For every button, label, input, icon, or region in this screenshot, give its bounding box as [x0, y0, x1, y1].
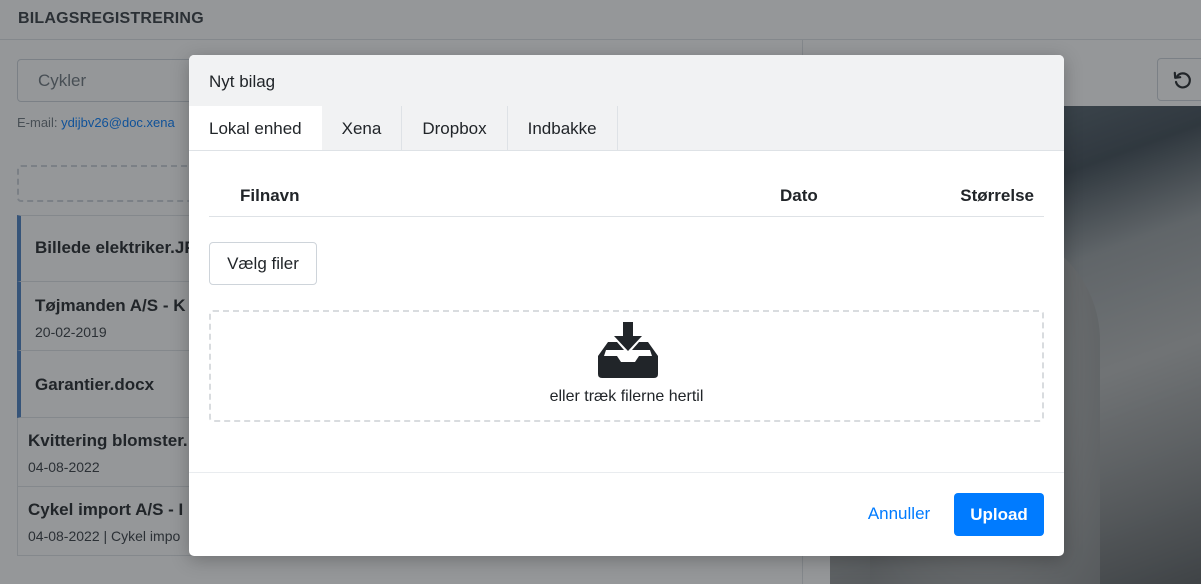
- modal-header: Nyt bilag Lokal enhed Xena Dropbox Indba…: [189, 55, 1064, 151]
- tab-xena[interactable]: Xena: [322, 106, 403, 151]
- new-voucher-modal: Nyt bilag Lokal enhed Xena Dropbox Indba…: [189, 55, 1064, 556]
- tab-local-device[interactable]: Lokal enhed: [189, 106, 322, 151]
- source-tabs: Lokal enhed Xena Dropbox Indbakke: [189, 106, 618, 151]
- divider: [189, 472, 1064, 473]
- column-header-filename: Filnavn: [240, 186, 300, 205]
- tab-inbox[interactable]: Indbakke: [508, 106, 618, 151]
- cancel-button[interactable]: Annuller: [859, 493, 939, 535]
- upload-button[interactable]: Upload: [954, 493, 1044, 536]
- column-header-date: Dato: [780, 186, 818, 205]
- modal-title: Nyt bilag: [209, 72, 276, 91]
- inbox-download-icon: [598, 322, 658, 378]
- column-header-size: Størrelse: [960, 186, 1034, 205]
- tab-dropbox[interactable]: Dropbox: [402, 106, 508, 151]
- file-table-header: Filnavn Dato Størrelse: [209, 175, 1044, 217]
- choose-files-button[interactable]: Vælg filer: [209, 242, 317, 285]
- divider: [189, 150, 1064, 151]
- drop-instruction: eller træk filerne hertil: [549, 388, 704, 405]
- file-drop-zone[interactable]: eller træk filerne hertil: [209, 310, 1044, 422]
